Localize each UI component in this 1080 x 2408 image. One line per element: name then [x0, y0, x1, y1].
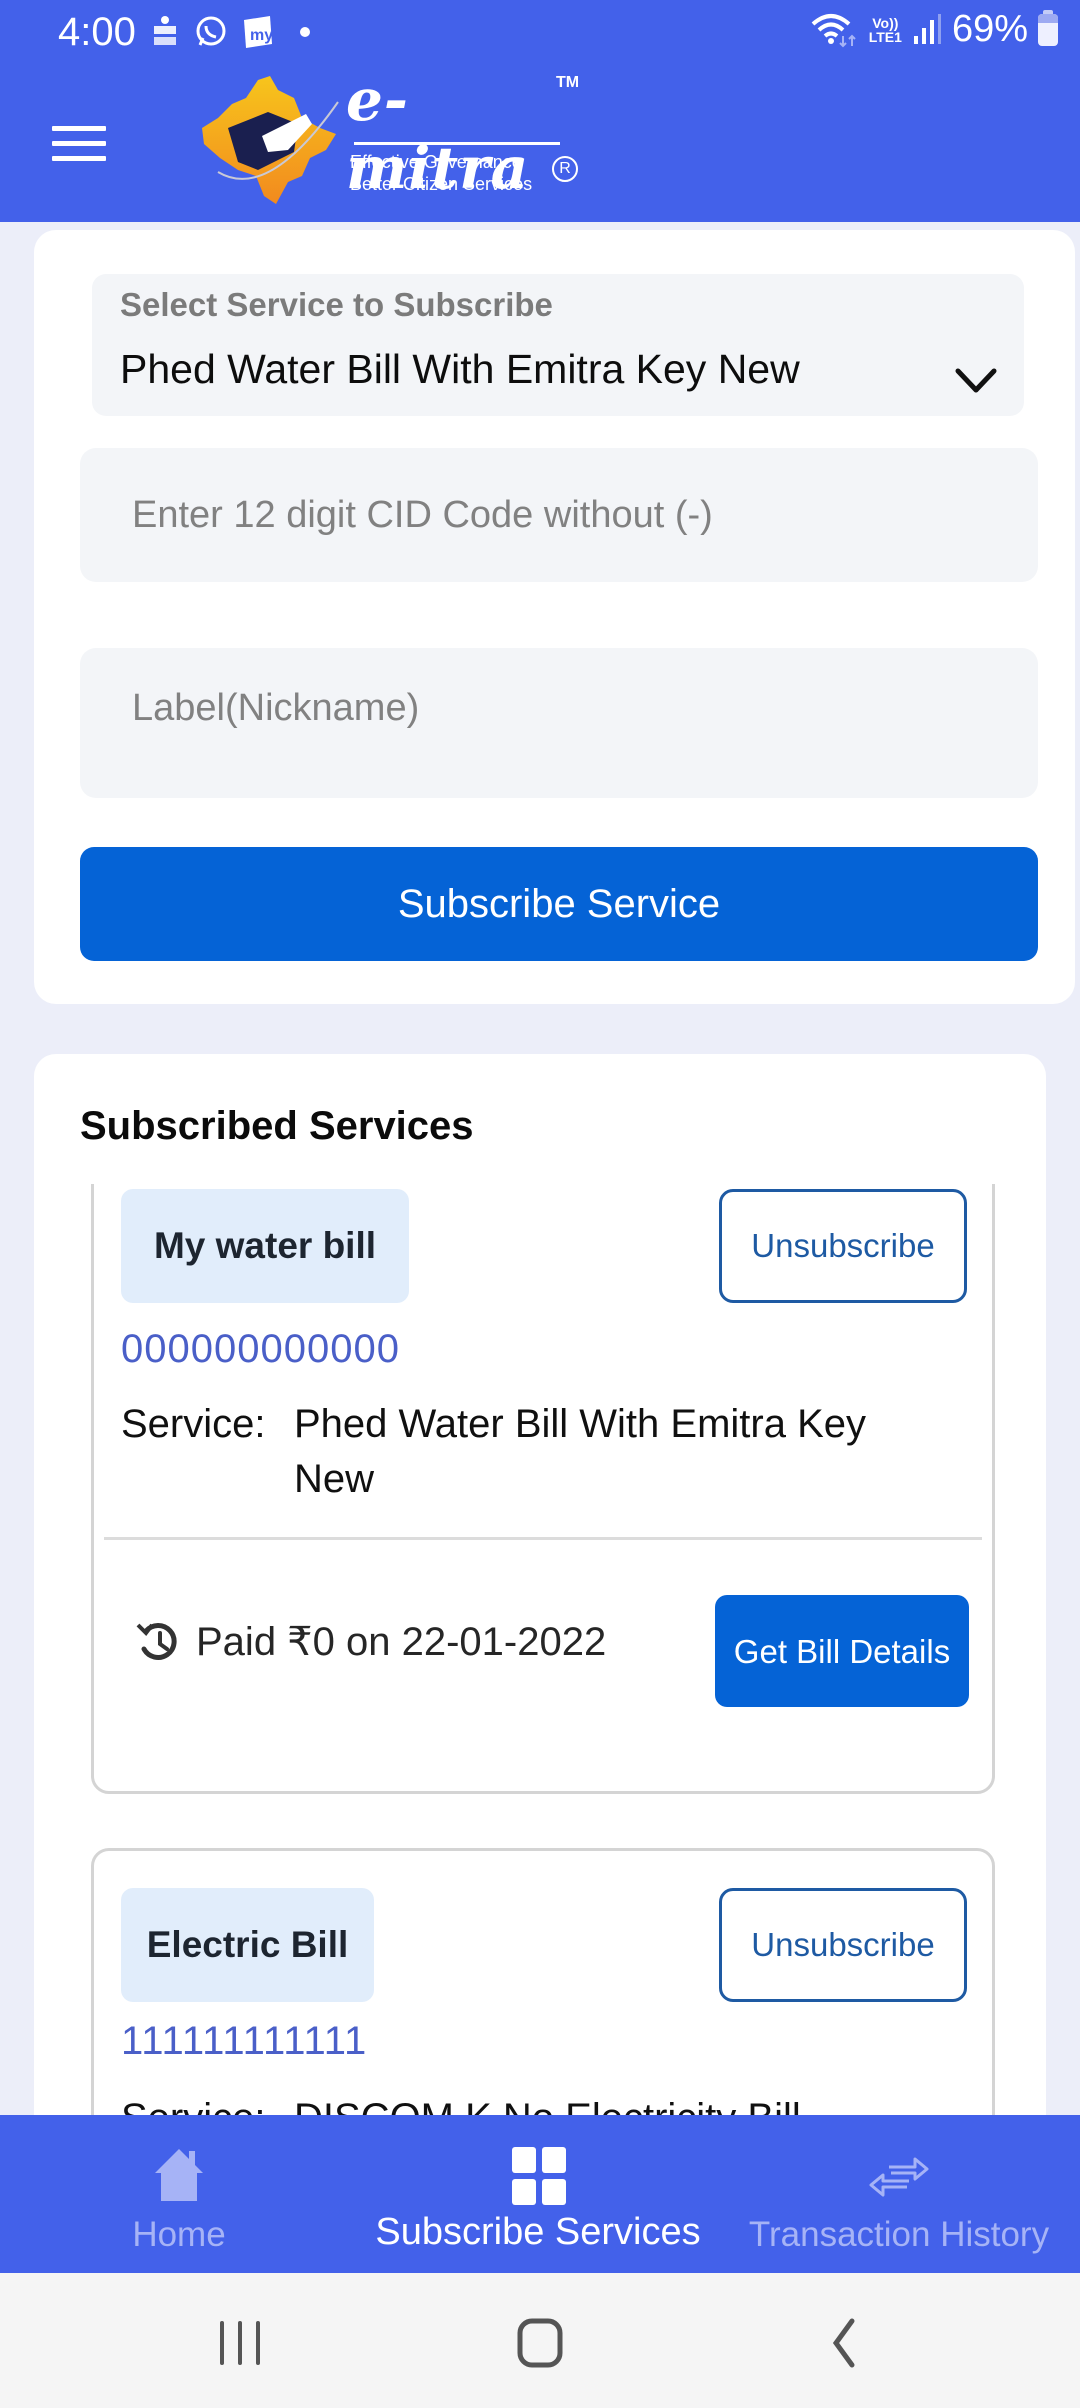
registered-symbol: R — [552, 156, 578, 182]
home-icon — [155, 2149, 203, 2201]
logo-tagline-1: Effective Governance — [350, 152, 522, 172]
nav-subscribe-services[interactable]: Subscribe Services — [358, 2115, 718, 2273]
bottom-navigation: Home Subscribe Services Transaction Hist… — [0, 2115, 1080, 2273]
whatsapp-icon — [196, 16, 226, 46]
divider — [104, 1537, 982, 1540]
service-select[interactable]: Select Service to Subscribe Phed Water B… — [92, 274, 1024, 416]
chevron-down-icon — [955, 368, 997, 393]
battery-percent: 69% — [951, 8, 1028, 50]
get-bill-details-button[interactable]: Get Bill Details — [715, 1595, 969, 1707]
my-app-icon: my — [244, 16, 273, 48]
app-header: 4:00 my Vo)) LTE1 69% e-mitra TM Effecti… — [0, 0, 1080, 222]
status-time: 4:00 — [58, 10, 136, 54]
unsubscribe-button[interactable]: Unsubscribe — [719, 1189, 967, 1303]
logo-divider — [354, 142, 560, 145]
logo-tagline-2: Better Citizen Services — [350, 174, 533, 194]
history-icon — [136, 1622, 177, 1660]
signal-icon — [913, 13, 941, 44]
service-select-label: Select Service to Subscribe — [120, 286, 553, 323]
account-number: 111111111111 — [121, 2019, 368, 2063]
subscribed-services-list[interactable]: My water bill Unsubscribe 000000000000 S… — [34, 1184, 1046, 2254]
service-nickname: My water bill — [121, 1189, 409, 1303]
notification-icons: my — [150, 14, 310, 50]
service-label: Service: — [121, 1402, 266, 1446]
last-payment: Paid ₹0 on 22-01-2022 — [134, 1617, 606, 1667]
status-bar: 4:00 my Vo)) LTE1 69% — [0, 0, 1080, 64]
nav-transaction-history-label: Transaction History — [748, 2215, 1050, 2254]
notification-dot — [300, 27, 310, 37]
subscribe-form-card: Select Service to Subscribe Phed Water B… — [34, 230, 1075, 1004]
battery-icon — [1038, 9, 1058, 46]
menu-button[interactable] — [52, 126, 106, 162]
svg-text:my: my — [250, 27, 273, 44]
subscribed-services-title: Subscribed Services — [80, 1104, 474, 1148]
system-navigation-bar — [0, 2273, 1080, 2408]
service-select-value: Phed Water Bill With Emitra Key New — [120, 346, 800, 392]
transfer-arrows-icon — [869, 2157, 929, 2197]
dainik-bhaskar-icon — [154, 16, 176, 45]
rajasthan-map-emblem — [202, 76, 339, 204]
last-payment-text: Paid ₹0 on 22-01-2022 — [196, 1620, 607, 1664]
hamburger-line — [52, 141, 106, 146]
subscribed-service-item: My water bill Unsubscribe 000000000000 S… — [91, 1184, 995, 1794]
hamburger-line — [52, 156, 106, 161]
nav-transaction-history[interactable]: Transaction History — [718, 2115, 1080, 2273]
system-status-icons: Vo)) LTE1 69% — [809, 8, 1058, 51]
nav-home[interactable]: Home — [0, 2115, 358, 2273]
service-nickname: Electric Bill — [121, 1888, 374, 2002]
hamburger-line — [52, 126, 106, 131]
nickname-input[interactable] — [80, 648, 1038, 798]
back-icon[interactable] — [814, 2313, 874, 2373]
recent-apps-icon[interactable] — [210, 2313, 270, 2373]
subscribe-service-button[interactable]: Subscribe Service — [80, 847, 1038, 961]
network-type: Vo)) LTE1 — [868, 14, 902, 45]
nav-home-label: Home — [132, 2215, 226, 2254]
wifi-icon — [811, 13, 856, 47]
service-name-row: Service: Phed Water Bill With Emitra Key… — [121, 1397, 934, 1507]
home-system-icon[interactable] — [510, 2313, 570, 2373]
grid-icon — [512, 2147, 566, 2205]
service-name: Phed Water Bill With Emitra Key New — [294, 1402, 867, 1501]
app-root: 4:00 my Vo)) LTE1 69% e-mitra TM Effecti… — [0, 0, 1080, 2408]
unsubscribe-button[interactable]: Unsubscribe — [719, 1888, 967, 2002]
subscribed-services-card: Subscribed Services My water bill Unsubs… — [34, 1054, 1046, 2254]
account-number: 000000000000 — [121, 1327, 400, 1371]
nav-subscribe-services-label: Subscribe Services — [375, 2211, 701, 2253]
cid-code-input[interactable] — [80, 448, 1038, 582]
trademark-symbol: TM — [556, 74, 580, 91]
emitra-logo: e-mitra TM Effective Governance Better C… — [198, 66, 588, 212]
